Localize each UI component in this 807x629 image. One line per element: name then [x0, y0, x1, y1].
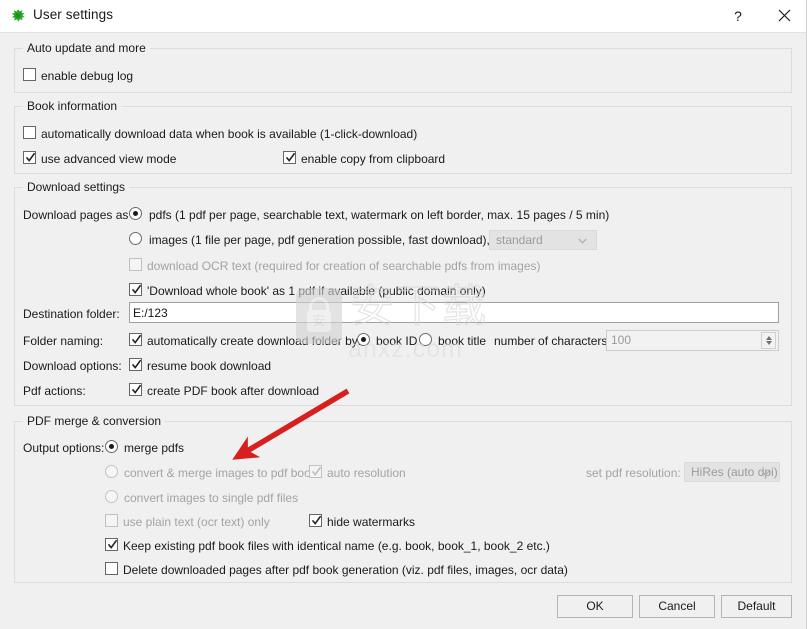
check-mark-icon — [131, 284, 142, 294]
label-whole-book: 'Download whole book' as 1 pdf if availa… — [147, 284, 486, 298]
label-enable-debug-log: enable debug log — [41, 69, 134, 83]
radio-merge-pdfs[interactable] — [105, 440, 118, 453]
app-splat-icon — [11, 9, 25, 22]
checkbox-resume-download[interactable] — [129, 358, 142, 371]
label-convert-merge-images: convert & merge images to pdf book — [124, 466, 317, 480]
radio-convert-merge-images[interactable] — [105, 465, 118, 478]
spinner-buttons[interactable] — [761, 332, 776, 349]
label-number-of-characters: number of characters — [494, 334, 608, 348]
label-folder-book-id: book ID — [376, 334, 418, 348]
checkbox-plain-text-only[interactable] — [105, 514, 118, 527]
group-pdf-merge-title: PDF merge & conversion — [23, 414, 166, 428]
label-set-pdf-resolution: set pdf resolution: — [586, 466, 681, 480]
combo-pdf-resolution[interactable]: HiRes (auto dpi) — [684, 462, 780, 482]
label-folder-naming: Folder naming: — [23, 334, 104, 348]
radio-convert-single-files[interactable] — [105, 490, 118, 503]
checkbox-whole-book[interactable] — [129, 283, 142, 296]
checkbox-create-pdf-after-download[interactable] — [129, 383, 142, 396]
label-download-pages-as: Download pages as — [23, 208, 129, 222]
radio-dot — [133, 211, 138, 216]
check-mark-icon — [311, 466, 322, 476]
radio-dot — [109, 444, 114, 449]
help-icon: ? — [734, 7, 742, 24]
label-advanced-view: use advanced view mode — [41, 152, 177, 166]
label-download-ocr-text: download OCR text (required for creation… — [147, 259, 541, 273]
checkbox-download-ocr-text[interactable] — [129, 258, 142, 271]
group-auto-update-title: Auto update and more — [23, 41, 150, 55]
radio-download-pdfs[interactable] — [129, 207, 142, 220]
label-folder-book-title: book title — [438, 334, 487, 348]
spinner-number-of-characters[interactable]: 100 — [606, 330, 779, 351]
group-download-settings-title: Download settings — [23, 180, 130, 194]
close-button[interactable] — [761, 0, 806, 31]
label-download-options: Download options: — [23, 359, 122, 373]
spinner-value: 100 — [611, 333, 632, 347]
label-merge-pdfs: merge pdfs — [124, 441, 185, 455]
checkbox-advanced-view[interactable] — [23, 151, 36, 164]
chevron-down-icon — [761, 470, 770, 476]
chevron-down-icon — [578, 238, 587, 244]
label-download-images: images (1 file per page, pdf generation … — [149, 233, 526, 247]
label-keep-existing-files: Keep existing pdf book files with identi… — [123, 539, 550, 553]
ok-button[interactable]: OK — [557, 595, 633, 618]
checkbox-auto-download[interactable] — [23, 126, 36, 139]
radio-folder-book-title[interactable] — [419, 333, 432, 346]
label-hide-watermarks: hide watermarks — [327, 515, 416, 529]
title-bar: User settings ? — [0, 0, 806, 33]
spinner-down-icon[interactable] — [765, 341, 772, 345]
default-button[interactable]: Default — [721, 595, 792, 618]
label-delete-downloaded-pages: Delete downloaded pages after pdf book g… — [123, 563, 568, 577]
checkbox-hide-watermarks[interactable] — [309, 514, 322, 527]
label-create-pdf-after-download: create PDF book after download — [147, 384, 320, 398]
check-mark-icon — [311, 515, 322, 525]
combo-image-quality-value: standard — [496, 233, 543, 247]
window-title: User settings — [33, 7, 114, 22]
label-auto-download: automatically download data when book is… — [41, 127, 418, 141]
label-resume-download: resume book download — [147, 359, 272, 373]
radio-download-images[interactable] — [129, 232, 142, 245]
label-download-pdfs: pdfs (1 pdf per page, searchable text, w… — [149, 208, 610, 222]
label-output-options: Output options: — [23, 441, 105, 455]
group-book-information-title: Book information — [23, 99, 122, 113]
radio-folder-book-id[interactable] — [357, 333, 370, 346]
label-destination-folder: Destination folder: — [23, 307, 120, 321]
label-copy-clipboard: enable copy from clipboard — [301, 152, 446, 166]
checkbox-auto-resolution[interactable] — [309, 465, 322, 478]
label-auto-create-folder: automatically create download folder by: — [147, 334, 362, 348]
check-mark-icon — [131, 334, 142, 344]
input-destination-folder[interactable] — [129, 302, 779, 323]
checkbox-auto-create-folder[interactable] — [129, 333, 142, 346]
close-icon — [778, 9, 790, 22]
combo-image-quality[interactable]: standard — [489, 230, 597, 250]
checkbox-delete-downloaded-pages[interactable] — [105, 562, 118, 575]
checkbox-keep-existing-files[interactable] — [105, 538, 118, 551]
checkbox-copy-clipboard[interactable] — [283, 151, 296, 164]
radio-dot — [361, 337, 366, 342]
label-plain-text-only: use plain text (ocr text) only — [123, 515, 270, 529]
help-button[interactable]: ? — [715, 0, 761, 31]
checkbox-enable-debug-log[interactable] — [23, 68, 36, 81]
label-convert-single-files: convert images to single pdf files — [124, 491, 299, 505]
check-mark-icon — [285, 152, 296, 162]
cancel-button[interactable]: Cancel — [639, 595, 715, 618]
check-mark-icon — [131, 384, 142, 394]
user-settings-dialog: User settings ? Auto update and more ena… — [0, 0, 807, 629]
label-pdf-actions: Pdf actions: — [23, 384, 86, 398]
spinner-up-icon[interactable] — [765, 336, 772, 340]
label-auto-resolution: auto resolution — [327, 466, 406, 480]
check-mark-icon — [25, 152, 36, 162]
check-mark-icon — [131, 359, 142, 369]
check-mark-icon — [107, 539, 118, 549]
